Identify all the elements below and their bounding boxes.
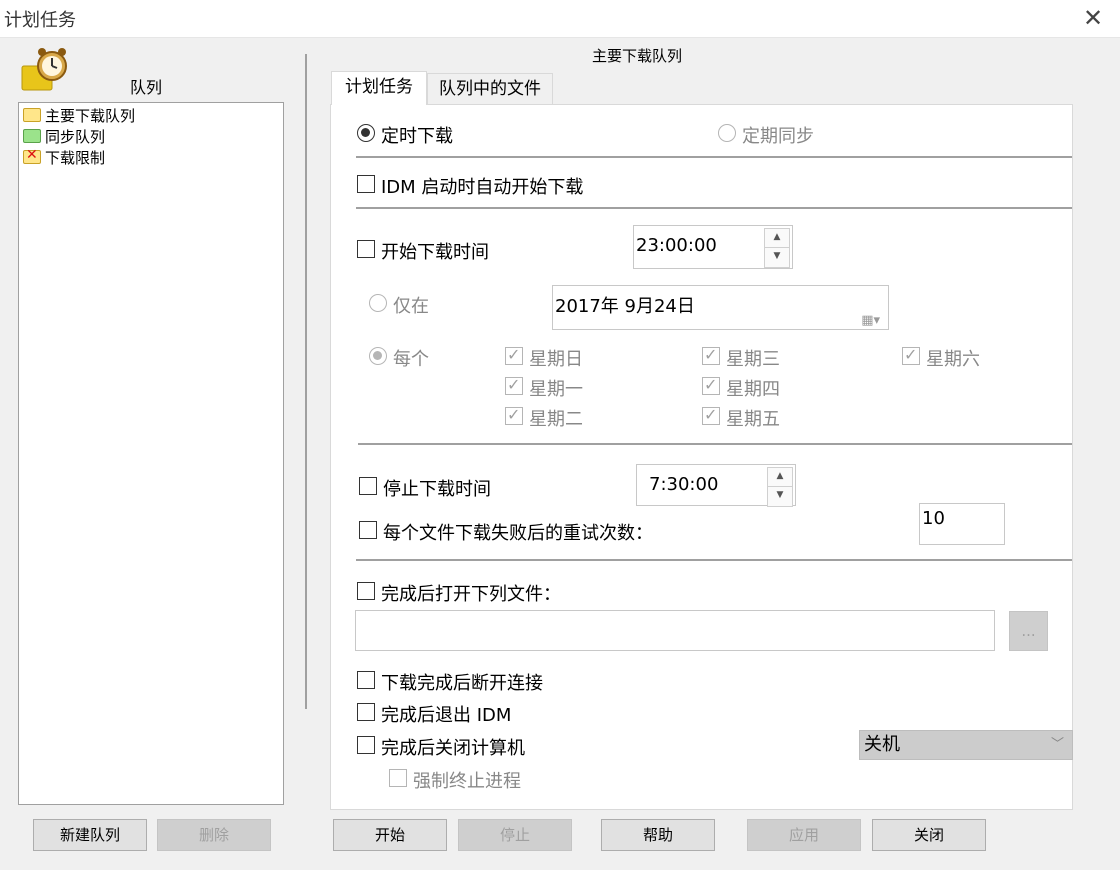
start-button[interactable]: 开始 <box>333 819 447 851</box>
divider <box>356 207 1072 209</box>
folder-limit-icon <box>23 147 41 164</box>
open-file-label: 完成后打开下列文件： <box>381 584 561 605</box>
open-file-checkbox[interactable] <box>357 582 375 600</box>
hang-up-label: 下载完成后断开连接 <box>381 673 543 694</box>
force-terminate-checkbox[interactable] <box>389 769 407 787</box>
open-file-path-input[interactable] <box>355 610 995 651</box>
friday-checkbox[interactable] <box>702 405 720 425</box>
stop-button[interactable]: 停止 <box>458 819 572 851</box>
monday-checkbox[interactable] <box>505 375 523 395</box>
hang-up-checkbox[interactable] <box>357 671 375 689</box>
close-icon[interactable]: ✕ <box>1078 5 1108 31</box>
stop-time-value: 7:30:00 <box>649 474 719 495</box>
thursday-checkbox[interactable] <box>702 375 720 395</box>
one-time-radio[interactable] <box>357 124 375 142</box>
help-button[interactable]: 帮助 <box>601 819 715 851</box>
spin-down-icon[interactable]: ▼ <box>767 486 793 507</box>
shutdown-type-value: 关机 <box>864 734 900 755</box>
tab-schedule[interactable]: 计划任务 <box>331 71 427 105</box>
sunday-checkbox[interactable] <box>505 345 523 365</box>
stop-time-input[interactable]: 7:30:00 ▲ ▼ <box>636 464 796 507</box>
alarm-clock-icon <box>21 48 67 91</box>
sunday-label: 星期日 <box>529 349 583 370</box>
spin-up-icon[interactable]: ▲ <box>767 467 793 488</box>
tab-files-in-queue[interactable]: 队列中的文件 <box>427 73 553 105</box>
close-button[interactable]: 关闭 <box>872 819 986 851</box>
queue-item-label: 主要下载队列 <box>45 106 136 125</box>
window-title: 计划任务 <box>4 10 76 31</box>
retry-checkbox[interactable] <box>359 521 377 539</box>
stop-time-checkbox[interactable] <box>359 477 377 495</box>
retry-label: 每个文件下载失败后的重试次数： <box>383 523 653 544</box>
queue-item-sync[interactable]: 同步队列 <box>23 126 105 146</box>
start-time-checkbox[interactable] <box>357 240 375 258</box>
every-radio[interactable] <box>369 347 387 365</box>
queue-caption: 队列 <box>130 78 163 97</box>
divider <box>356 156 1072 158</box>
apply-button[interactable]: 应用 <box>747 819 861 851</box>
folder-icon <box>23 108 41 122</box>
date-picker[interactable]: 2017年 9月24日 ▦▾ <box>552 285 889 330</box>
divider <box>358 443 1072 445</box>
exit-idm-label: 完成后退出 IDM <box>381 705 512 726</box>
auto-start-label: IDM 启动时自动开始下载 <box>381 177 584 198</box>
tuesday-label: 星期二 <box>529 409 583 430</box>
queue-item-label: 下载限制 <box>45 148 106 167</box>
periodic-sync-radio[interactable] <box>718 124 736 142</box>
vertical-divider <box>305 54 307 709</box>
spin-up-icon[interactable]: ▲ <box>764 228 790 249</box>
shutdown-checkbox[interactable] <box>357 736 375 754</box>
browse-button[interactable]: ... <box>1009 611 1048 651</box>
wednesday-label: 星期三 <box>726 349 780 370</box>
date-value: 2017年 9月24日 <box>555 296 695 317</box>
only-on-radio[interactable] <box>369 294 387 312</box>
divider <box>356 559 1072 561</box>
start-time-input[interactable]: 23:00:00 ▲ ▼ <box>633 225 793 269</box>
start-time-value: 23:00:00 <box>636 235 717 256</box>
title-bar <box>0 0 1120 38</box>
force-terminate-label: 强制终止进程 <box>413 771 521 792</box>
wednesday-checkbox[interactable] <box>702 345 720 365</box>
current-queue-name: 主要下载队列 <box>592 47 683 65</box>
tuesday-checkbox[interactable] <box>505 405 523 425</box>
saturday-checkbox[interactable] <box>902 345 920 365</box>
stop-time-label: 停止下载时间 <box>383 479 491 500</box>
monday-label: 星期一 <box>529 379 583 400</box>
only-on-label: 仅在 <box>393 296 429 317</box>
queue-item-main[interactable]: 主要下载队列 <box>23 105 135 125</box>
new-queue-button[interactable]: 新建队列 <box>33 819 147 851</box>
queue-item-label: 同步队列 <box>45 127 106 146</box>
shutdown-label: 完成后关闭计算机 <box>381 738 525 759</box>
spin-down-icon[interactable]: ▼ <box>764 247 790 268</box>
calendar-dropdown-icon[interactable]: ▦▾ <box>861 300 880 342</box>
exit-idm-checkbox[interactable] <box>357 703 375 721</box>
chevron-down-icon: ﹀ <box>1050 737 1064 752</box>
one-time-label: 定时下载 <box>381 126 453 147</box>
auto-start-checkbox[interactable] <box>357 175 375 193</box>
folder-sync-icon <box>23 129 41 143</box>
queue-tree[interactable]: 主要下载队列 同步队列 下载限制 <box>18 102 284 805</box>
friday-label: 星期五 <box>726 409 780 430</box>
retry-count-input[interactable]: 10 <box>919 503 1005 545</box>
shutdown-type-select[interactable]: 关机 ﹀ <box>859 730 1073 760</box>
thursday-label: 星期四 <box>726 379 780 400</box>
every-label: 每个 <box>393 349 429 370</box>
delete-queue-button[interactable]: 删除 <box>157 819 271 851</box>
periodic-sync-label: 定期同步 <box>742 126 814 147</box>
start-time-label: 开始下载时间 <box>381 242 489 263</box>
saturday-label: 星期六 <box>926 349 980 370</box>
queue-item-limit[interactable]: 下载限制 <box>23 147 105 167</box>
